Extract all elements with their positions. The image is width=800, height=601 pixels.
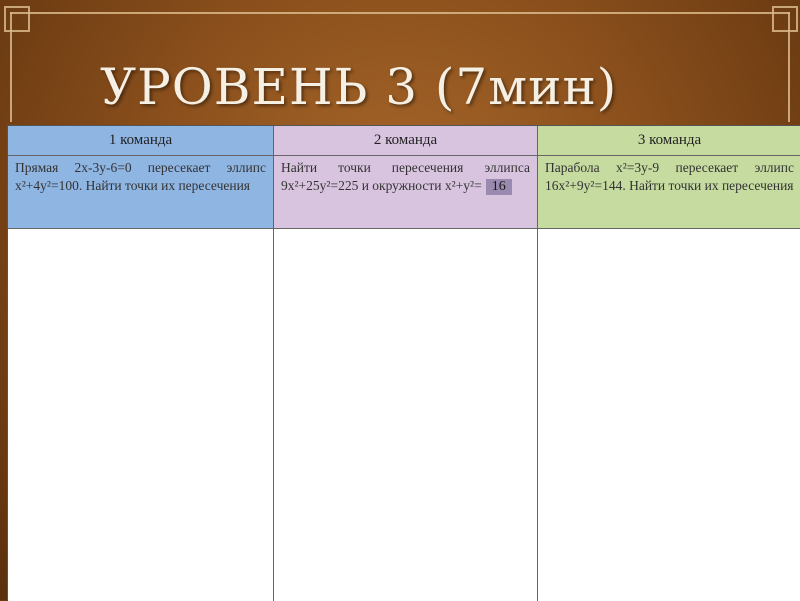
team-1-header: 1 команда (8, 126, 274, 156)
teams-table: 1 команда 2 команда 3 команда Прямая 2х-… (7, 125, 800, 601)
team-3-header: 3 команда (538, 126, 800, 156)
team-3-answer-area (538, 229, 800, 601)
frame-corner-left (4, 6, 30, 32)
frame-corner-right (772, 6, 798, 32)
frame-top-line (10, 12, 790, 14)
team-1-answer-area (8, 229, 274, 601)
team-2-answer-area (274, 229, 538, 601)
team-3-task: Парабола х²=3у-9 пересекает эллипс 16х²+… (538, 156, 800, 229)
team-2-task-cell: Найти точки пересечения эллипса 9х²+25у²… (274, 156, 538, 229)
team-2-task-value-box: 16 (485, 179, 512, 195)
team-1-task: Прямая 2х-3у-6=0 пересекает эллипс х²+4у… (8, 156, 274, 229)
team-2-header: 2 команда (274, 126, 538, 156)
slide-title: УРОВЕНЬ 3 (7мин) (100, 58, 618, 116)
